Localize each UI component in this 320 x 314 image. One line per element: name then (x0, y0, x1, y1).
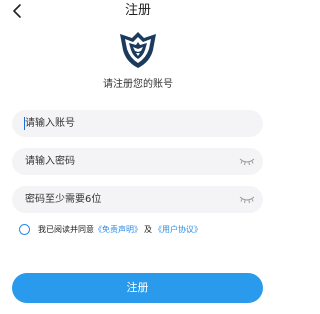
text-cursor (24, 117, 25, 130)
subtitle: 请注册您的账号 (103, 79, 173, 90)
eye-closed-icon[interactable] (239, 195, 255, 204)
account-input[interactable] (25, 110, 225, 137)
account-field[interactable] (12, 110, 263, 137)
agreement-conjunction: 及 (144, 224, 152, 234)
user-agreement-link[interactable]: 《用户协议》 (154, 224, 202, 235)
agreement-radio[interactable] (19, 223, 30, 235)
eagle-shield-logo (120, 32, 156, 68)
disclaimer-link[interactable]: 《免责声明》 (94, 224, 142, 235)
register-button[interactable]: 注册 (12, 273, 263, 303)
confirm-password-input[interactable] (25, 186, 225, 213)
page-title: 注册 (124, 3, 151, 18)
agreement-prefix: 我已阅读并同意 (38, 224, 94, 234)
confirm-password-field[interactable] (12, 186, 263, 213)
password-field[interactable] (12, 148, 263, 175)
eye-closed-icon[interactable] (239, 157, 255, 166)
password-input[interactable] (25, 148, 225, 175)
agreement-row: 我已阅读并同意 《免责声明》 及 《用户协议》 (19, 222, 202, 236)
header-bar: 注册 (0, 0, 276, 24)
